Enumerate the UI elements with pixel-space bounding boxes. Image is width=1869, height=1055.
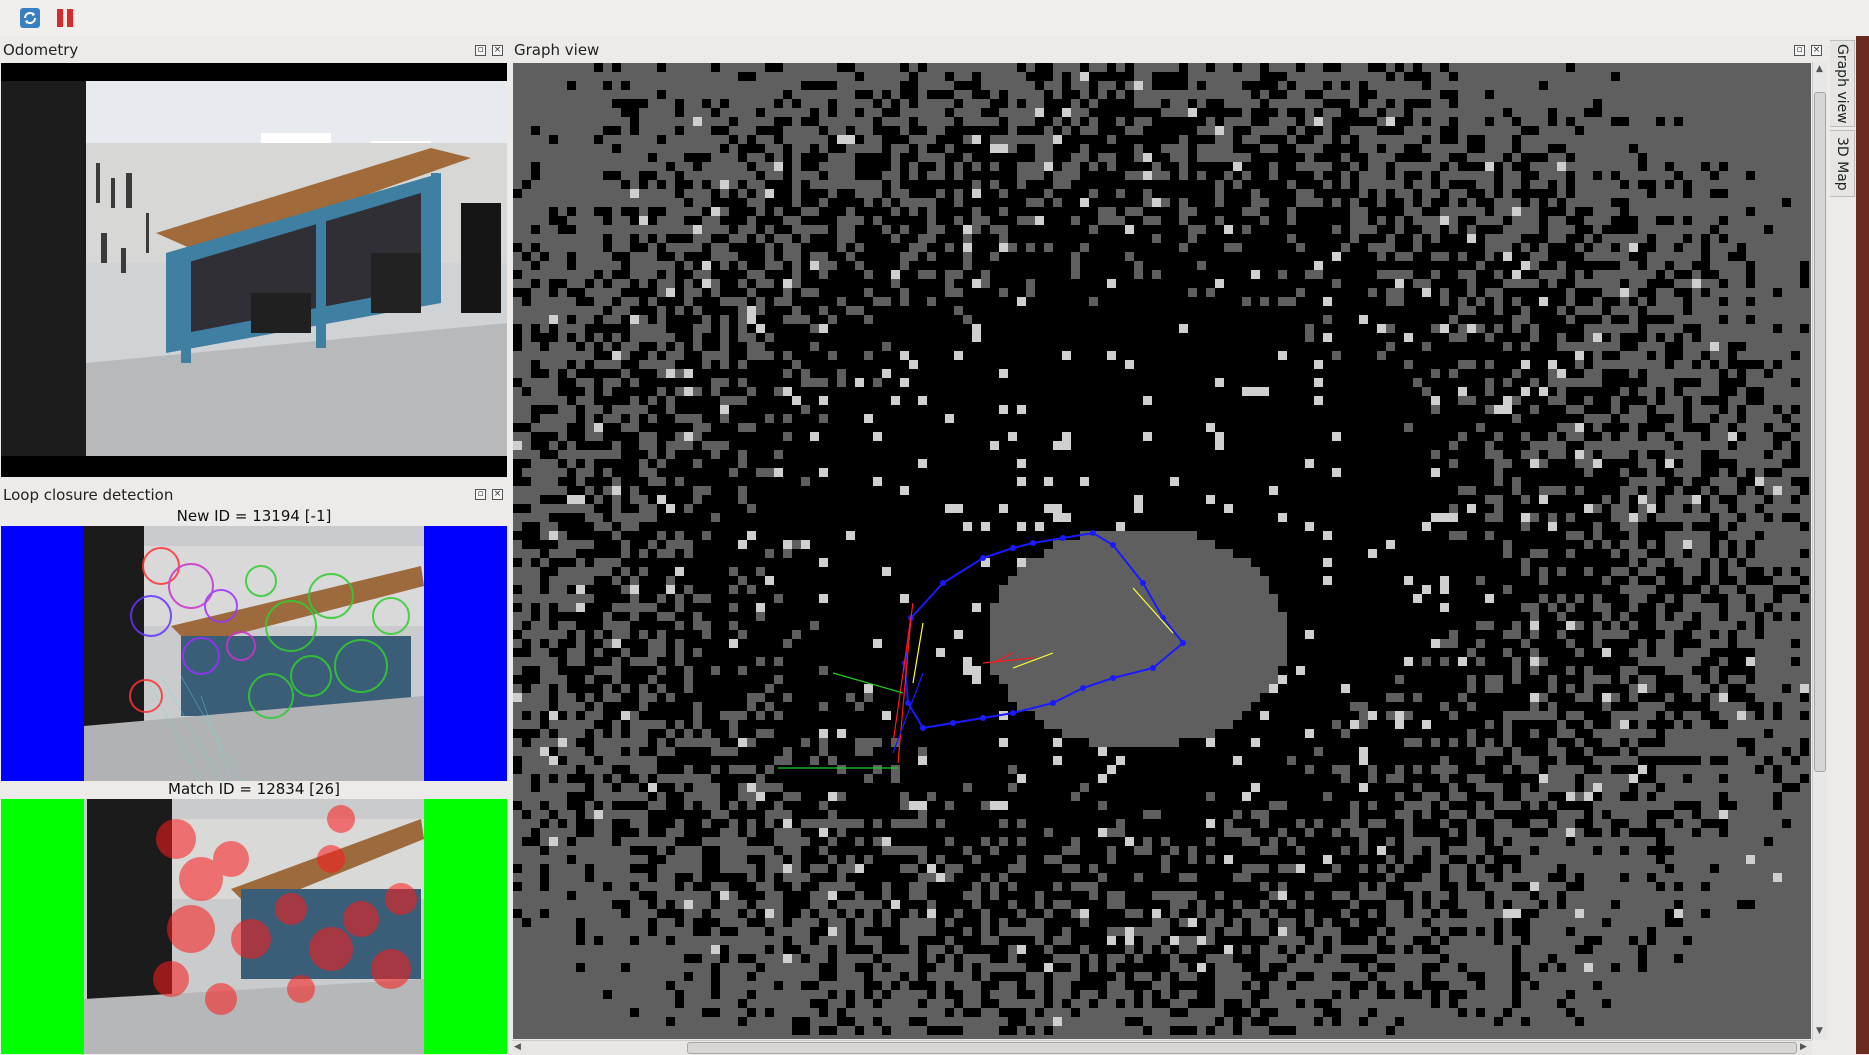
graph-link <box>1133 588 1173 633</box>
scroll-right-arrow[interactable]: ▶ <box>1800 1042 1807 1052</box>
loop-closure-title: Loop closure detection <box>3 485 173 505</box>
pose-node <box>1050 700 1056 706</box>
odometry-title: Odometry <box>3 40 78 60</box>
vertical-scroll-thumb[interactable] <box>1814 92 1826 772</box>
refresh-icon <box>19 7 41 29</box>
loop-closure-float-button[interactable]: ▫ <box>475 489 486 500</box>
new-id-label: New ID = 13194 [-1] <box>1 507 507 525</box>
pose-node <box>1110 542 1116 548</box>
match-frame-image <box>1 799 507 1054</box>
pose-node <box>1090 530 1096 536</box>
pose-node <box>1180 640 1186 646</box>
tab-graph-view[interactable]: Graph view <box>1830 40 1855 127</box>
horizontal-scroll-thumb[interactable] <box>687 1042 1797 1054</box>
pose-node <box>905 700 911 706</box>
new-frame-image <box>1 526 507 781</box>
pause-icon <box>55 7 75 29</box>
pose-node <box>1150 665 1156 671</box>
graph-link <box>1013 653 1053 668</box>
graph-view-title: Graph view <box>514 40 599 60</box>
pose-node <box>1080 685 1086 691</box>
pose-node <box>1030 540 1036 546</box>
pose-node <box>1140 580 1146 586</box>
scroll-up-arrow[interactable]: ▲ <box>1816 64 1823 74</box>
pose-node <box>940 580 946 586</box>
graph-view-canvas[interactable] <box>513 63 1811 1039</box>
graph-link <box>983 658 1033 663</box>
pause-button[interactable] <box>52 6 78 30</box>
tab-3d-map[interactable]: 3D Map <box>1830 130 1855 197</box>
graph-horizontal-scrollbar[interactable]: ◀ ▶ <box>512 1040 1812 1055</box>
pose-node <box>980 555 986 561</box>
graph-view-float-button[interactable]: ▫ <box>1794 45 1805 56</box>
pose-node <box>1010 545 1016 551</box>
desktop-launcher-strip <box>1856 36 1869 1054</box>
main-toolbar <box>0 0 1869 36</box>
odometry-close-button[interactable]: × <box>492 45 503 56</box>
pose-node <box>920 725 926 731</box>
pose-node <box>950 720 956 726</box>
match-id-label: Match ID = 12834 [26] <box>1 780 507 798</box>
odometry-float-button[interactable]: ▫ <box>475 45 486 56</box>
scroll-left-arrow[interactable]: ◀ <box>514 1042 521 1052</box>
odometry-image <box>1 63 507 477</box>
scroll-down-arrow[interactable]: ▼ <box>1816 1026 1823 1036</box>
pose-node <box>980 715 986 721</box>
graph-view-close-button[interactable]: × <box>1811 45 1822 56</box>
refresh-button[interactable] <box>17 6 43 30</box>
pose-node <box>1060 535 1066 541</box>
loop-closure-close-button[interactable]: × <box>492 489 503 500</box>
graph-vertical-scrollbar[interactable]: ▲ ▼ <box>1812 62 1827 1040</box>
pose-node <box>1110 675 1116 681</box>
pose-node <box>1010 710 1016 716</box>
